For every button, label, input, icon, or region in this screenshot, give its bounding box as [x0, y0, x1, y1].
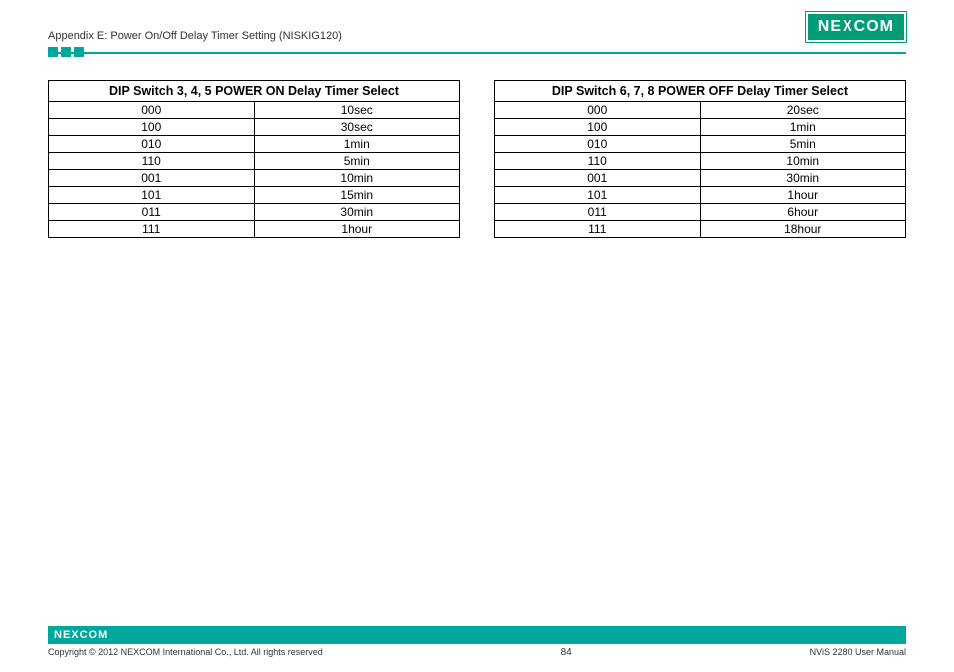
- brand-text-left: NE: [818, 18, 842, 36]
- page: Appendix E: Power On/Off Delay Timer Set…: [0, 0, 954, 672]
- table-title: DIP Switch 3, 4, 5 POWER ON Delay Timer …: [49, 81, 460, 102]
- header: Appendix E: Power On/Off Delay Timer Set…: [48, 12, 906, 46]
- cell-value: 18hour: [700, 221, 906, 238]
- cell-value: 15min: [254, 187, 460, 204]
- table-row: 01130min: [49, 204, 460, 221]
- table-row: 00130min: [495, 170, 906, 187]
- table-row: 0116hour: [495, 204, 906, 221]
- table-row: 11010min: [495, 153, 906, 170]
- cell-value: 10sec: [254, 102, 460, 119]
- table-row: 00110min: [49, 170, 460, 187]
- brand-x-icon: X: [843, 18, 852, 36]
- cell-code: 010: [495, 136, 701, 153]
- cell-value: 20sec: [700, 102, 906, 119]
- divider: [48, 52, 906, 54]
- cell-code: 100: [49, 119, 255, 136]
- cell-value: 5min: [700, 136, 906, 153]
- cell-value: 6hour: [700, 204, 906, 221]
- table-row: 10115min: [49, 187, 460, 204]
- divider-squares-icon: [48, 47, 84, 57]
- cell-code: 010: [49, 136, 255, 153]
- power-on-table: DIP Switch 3, 4, 5 POWER ON Delay Timer …: [48, 80, 460, 238]
- footer-brand-logo: NEXCOM: [54, 629, 108, 641]
- cell-value: 1hour: [700, 187, 906, 204]
- cell-code: 111: [495, 221, 701, 238]
- cell-code: 001: [49, 170, 255, 187]
- cell-value: 10min: [254, 170, 460, 187]
- cell-value: 10min: [700, 153, 906, 170]
- table-row: 0105min: [495, 136, 906, 153]
- cell-code: 001: [495, 170, 701, 187]
- cell-code: 101: [495, 187, 701, 204]
- table-row: 11118hour: [495, 221, 906, 238]
- table-row: 1111hour: [49, 221, 460, 238]
- footer: NEXCOM Copyright © 2012 NEXCOM Internati…: [48, 626, 906, 658]
- footer-bar: NEXCOM: [48, 626, 906, 644]
- cell-value: 5min: [254, 153, 460, 170]
- cell-code: 111: [49, 221, 255, 238]
- table-row: 1011hour: [495, 187, 906, 204]
- footer-row: Copyright © 2012 NEXCOM International Co…: [48, 647, 906, 658]
- table-row: 00020sec: [495, 102, 906, 119]
- power-off-table: DIP Switch 6, 7, 8 POWER OFF Delay Timer…: [494, 80, 906, 238]
- cell-code: 100: [495, 119, 701, 136]
- table-row: 0101min: [49, 136, 460, 153]
- divider-line: [48, 52, 906, 54]
- footer-page-number: 84: [561, 647, 572, 658]
- table-row: 00010sec: [49, 102, 460, 119]
- cell-code: 110: [495, 153, 701, 170]
- cell-code: 011: [49, 204, 255, 221]
- footer-copyright: Copyright © 2012 NEXCOM International Co…: [48, 647, 323, 657]
- brand-text-right: COM: [854, 18, 894, 36]
- footer-doc-title: NViS 2280 User Manual: [810, 647, 906, 657]
- cell-code: 101: [49, 187, 255, 204]
- cell-value: 30min: [254, 204, 460, 221]
- brand-logo: NEXCOM: [806, 12, 906, 42]
- cell-value: 1min: [700, 119, 906, 136]
- table-title: DIP Switch 6, 7, 8 POWER OFF Delay Timer…: [495, 81, 906, 102]
- tables-container: DIP Switch 3, 4, 5 POWER ON Delay Timer …: [48, 80, 906, 238]
- cell-code: 011: [495, 204, 701, 221]
- header-title: Appendix E: Power On/Off Delay Timer Set…: [48, 30, 342, 42]
- cell-code: 000: [49, 102, 255, 119]
- cell-code: 000: [495, 102, 701, 119]
- table-row: 10030sec: [49, 119, 460, 136]
- cell-value: 1min: [254, 136, 460, 153]
- cell-value: 30min: [700, 170, 906, 187]
- table-row: 1001min: [495, 119, 906, 136]
- cell-code: 110: [49, 153, 255, 170]
- cell-value: 30sec: [254, 119, 460, 136]
- cell-value: 1hour: [254, 221, 460, 238]
- table-row: 1105min: [49, 153, 460, 170]
